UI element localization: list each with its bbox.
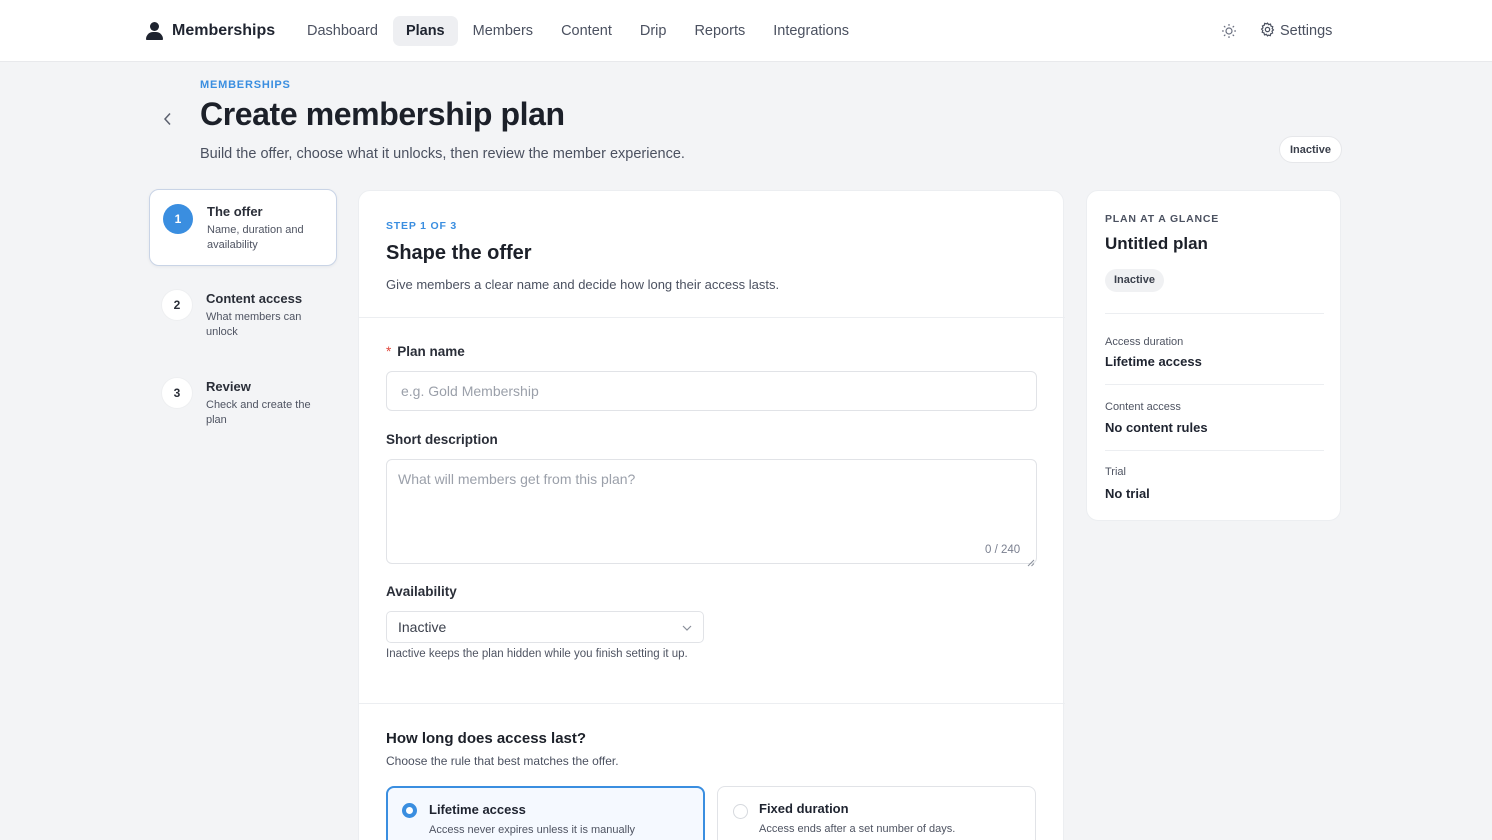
duration-title: How long does access last?: [386, 730, 587, 747]
chevron-left-icon[interactable]: [158, 109, 178, 129]
nav-link-integrations[interactable]: Integrations: [760, 16, 862, 46]
settings-label: Settings: [1280, 23, 1333, 39]
step-desc: Name, duration and availability: [207, 224, 304, 251]
sun-icon[interactable]: [1220, 22, 1238, 40]
step-number: 2: [162, 290, 192, 320]
plan-name-label: * Plan name: [386, 344, 465, 359]
required-mark: *: [386, 344, 392, 359]
plan-summary-card: PLAN AT A GLANCE Untitled plan Inactive …: [1086, 190, 1341, 521]
nav-link-plans[interactable]: Plans: [392, 16, 458, 46]
description-textarea[interactable]: [386, 459, 1037, 564]
availability-select[interactable]: Inactive: [386, 611, 704, 643]
page-subtitle: Build the offer, choose what it unlocks,…: [200, 146, 685, 162]
summary-key: Access duration: [1105, 336, 1184, 348]
resize-handle-icon[interactable]: [1027, 554, 1035, 567]
plan-name-input[interactable]: [386, 371, 1037, 411]
option-fixed-duration[interactable]: Fixed duration Access ends after a set n…: [717, 786, 1036, 840]
divider: [1105, 384, 1324, 385]
summary-key: Content access: [1105, 401, 1181, 413]
summary-key: Trial: [1105, 466, 1126, 478]
summary-value: No content rules: [1105, 420, 1208, 435]
step-title: Review: [206, 379, 251, 394]
status-badge: Inactive: [1105, 269, 1164, 292]
nav-link-drip[interactable]: Drip: [627, 16, 680, 46]
divider: [359, 703, 1065, 704]
plan-name-label-text: Plan name: [397, 344, 465, 359]
option-title: Fixed duration: [759, 801, 849, 816]
brand[interactable]: Memberships: [146, 20, 275, 42]
form-title: Shape the offer: [386, 242, 532, 264]
option-lifetime-access[interactable]: Lifetime access Access never expires unl…: [386, 786, 705, 840]
nav-link-dashboard[interactable]: Dashboard: [294, 16, 391, 46]
step-number: 3: [162, 378, 192, 408]
top-nav: Memberships Dashboard Plans Members Cont…: [0, 0, 1492, 62]
description-label: Short description: [386, 432, 498, 447]
availability-label: Availability: [386, 584, 457, 599]
breadcrumb[interactable]: MEMBERSHIPS: [200, 79, 291, 91]
nav-link-content[interactable]: Content: [548, 16, 625, 46]
step-title: Content access: [206, 291, 303, 306]
divider: [1105, 450, 1324, 451]
gear-icon: [1260, 21, 1275, 41]
brand-name: Memberships: [172, 22, 276, 39]
nav-link-reports[interactable]: Reports: [681, 16, 758, 46]
nav-link-members[interactable]: Members: [460, 16, 546, 46]
step-indicator: STEP 1 OF 3: [386, 220, 458, 232]
settings-button[interactable]: Settings: [1260, 20, 1332, 42]
availability-value: Inactive: [398, 619, 447, 635]
radio-button[interactable]: [733, 804, 748, 819]
step-the-offer[interactable]: 1 The offer Name, duration and availabil…: [149, 189, 337, 266]
summary-title: Untitled plan: [1105, 234, 1208, 253]
summary-eyebrow: PLAN AT A GLANCE: [1105, 213, 1220, 225]
step-content-access[interactable]: 2 Content access What members can unlock: [149, 277, 337, 347]
radio-button[interactable]: [402, 803, 417, 818]
user-icon: [146, 22, 163, 40]
option-desc: Access ends after a set number of days.: [759, 823, 956, 835]
option-title: Lifetime access: [429, 802, 526, 817]
divider: [359, 317, 1065, 318]
offer-form-card: STEP 1 OF 3 Shape the offer Give members…: [358, 190, 1065, 840]
step-number: 1: [163, 204, 193, 234]
step-review[interactable]: 3 Review Check and create the plan: [149, 365, 337, 435]
character-counter: 0 / 240: [985, 544, 1021, 556]
status-badge: Inactive: [1279, 136, 1342, 163]
step-desc: What members can unlock: [206, 311, 302, 338]
duration-subtitle: Choose the rule that best matches the of…: [386, 754, 619, 768]
summary-value: Lifetime access: [1105, 354, 1202, 369]
step-title: The offer: [207, 204, 263, 219]
nav-links: Dashboard Plans Members Content Drip Rep…: [294, 16, 864, 46]
availability-helper: Inactive keeps the plan hidden while you…: [386, 648, 688, 660]
divider: [1105, 313, 1324, 314]
summary-value: No trial: [1105, 486, 1150, 501]
step-desc: Check and create the plan: [206, 399, 311, 426]
option-desc: Access never expires unless it is manual…: [429, 824, 636, 836]
form-subtitle: Give members a clear name and decide how…: [386, 277, 780, 292]
page-title: Create membership plan: [200, 96, 565, 132]
chevron-down-icon: [681, 621, 693, 633]
